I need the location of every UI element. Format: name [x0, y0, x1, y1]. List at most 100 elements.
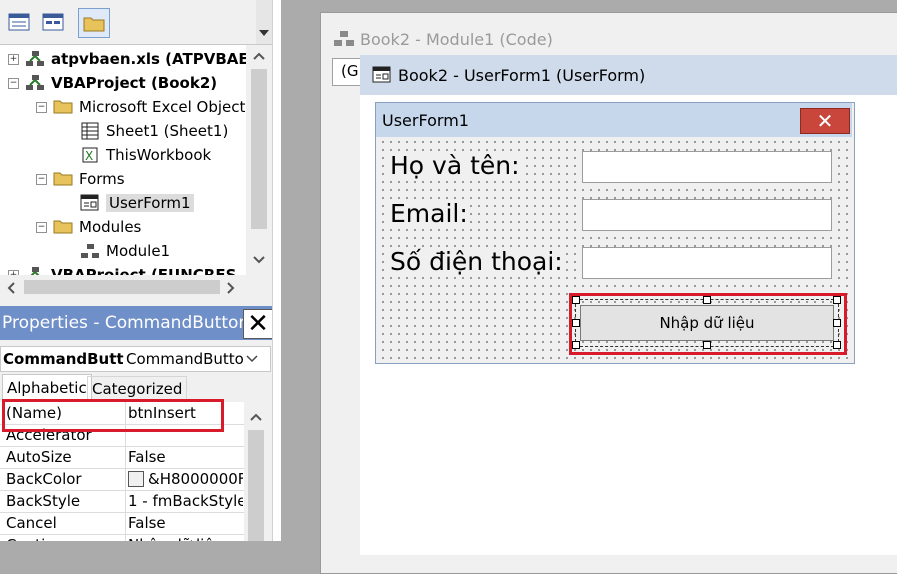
workbook-icon: X	[80, 146, 100, 164]
project-toolbar	[0, 0, 272, 45]
tree-item[interactable]: Sheet1 (Sheet1)	[80, 119, 228, 143]
name-highlight-box	[2, 399, 224, 432]
userform-title: UserForm1	[382, 110, 469, 130]
tree-item[interactable]: − Microsoft Excel Objects	[36, 95, 246, 119]
tree-item[interactable]: + VBAProject (FUNCRES	[8, 263, 236, 275]
full-name-textbox[interactable]	[582, 151, 832, 183]
label-phone[interactable]: Số điện thoại:	[388, 247, 565, 276]
close-icon: ✕	[247, 309, 269, 339]
tree-item-label: VBAProject (Book2)	[51, 74, 218, 92]
property-row[interactable]: Cancel False	[0, 512, 244, 535]
scroll-corner	[246, 275, 272, 299]
view-code-button[interactable]	[4, 8, 34, 36]
tree-item-label: VBAProject (FUNCRES	[51, 266, 237, 275]
tree-item-label: UserForm1	[106, 194, 194, 212]
code-window-title-bar: Book2 - Module1 (Code)	[332, 26, 553, 52]
label-full-name[interactable]: Họ và tên:	[388, 151, 522, 180]
tree-item-label: Modules	[79, 218, 142, 236]
userform-title-bar: UserForm1	[376, 103, 852, 137]
folder-icon	[53, 98, 73, 116]
tree-vertical-scrollbar[interactable]	[246, 45, 272, 275]
view-object-icon	[42, 13, 64, 31]
property-value[interactable]: False	[128, 448, 243, 466]
object-type: CommandButton	[126, 350, 244, 368]
property-name: Caption	[6, 536, 124, 541]
tree-item[interactable]: − Modules	[36, 215, 141, 239]
tree-item[interactable]: X ThisWorkbook	[80, 143, 211, 167]
color-swatch	[128, 471, 144, 487]
tree-item[interactable]: + atpvbaen.xls (ATPVBAE	[8, 47, 246, 71]
collapse-icon[interactable]: −	[36, 173, 47, 185]
properties-scroll-thumb[interactable]	[248, 430, 264, 541]
grid-divider	[125, 534, 126, 541]
project-tree[interactable]: + atpvbaen.xls (ATPVBAE − VBAProject (Book2…	[0, 45, 246, 275]
email-textbox[interactable]	[582, 199, 832, 231]
scroll-left-icon	[7, 282, 15, 294]
expand-icon[interactable]: +	[8, 53, 19, 65]
close-icon: ✕	[816, 109, 834, 133]
property-row[interactable]: AutoSize False	[0, 446, 244, 469]
scroll-up-icon	[253, 52, 265, 60]
svg-text:X: X	[85, 149, 93, 163]
tree-item[interactable]: − VBAProject (Book2)	[8, 71, 217, 95]
phone-textbox[interactable]	[582, 247, 832, 279]
tree-item[interactable]: Module1	[80, 239, 170, 263]
label-email[interactable]: Email:	[388, 199, 470, 228]
scroll-down-icon	[253, 256, 265, 264]
property-value[interactable]: False	[128, 514, 243, 532]
module-icon	[80, 242, 100, 260]
property-value[interactable]: Nhập dữ liệu	[128, 536, 243, 541]
toggle-folders-button[interactable]	[78, 8, 110, 38]
button-highlight-box	[569, 293, 847, 355]
property-name: BackColor	[6, 470, 82, 488]
tree-scroll-thumb[interactable]	[251, 69, 267, 229]
property-row[interactable]: BackColor &H8000000F	[0, 468, 244, 491]
object-selector[interactable]: CommandButt CommandButton	[0, 346, 271, 372]
tree-horizontal-scrollbar[interactable]	[0, 275, 246, 299]
collapse-icon[interactable]: −	[36, 221, 47, 233]
property-row[interactable]: Caption Nhập dữ liệu	[0, 534, 244, 541]
properties-title: Properties - CommandButton1	[2, 313, 260, 333]
code-window-title: Book2 - Module1 (Code)	[360, 29, 553, 49]
collapse-icon[interactable]: −	[36, 101, 47, 113]
userform-close-button[interactable]: ✕	[800, 108, 850, 134]
tree-item-label: Sheet1 (Sheet1)	[106, 122, 229, 140]
properties-vertical-scrollbar[interactable]	[244, 402, 269, 541]
scroll-right-icon	[227, 282, 235, 294]
scroll-up-icon	[250, 413, 262, 421]
tree-item-label: atpvbaen.xls (ATPVBAE	[51, 50, 246, 68]
property-row[interactable]: BackStyle 1 - fmBackStyleO	[0, 490, 244, 513]
grid-divider	[125, 512, 126, 534]
grid-divider	[125, 446, 126, 468]
tree-hscroll-thumb[interactable]	[24, 280, 220, 294]
property-name: AutoSize	[6, 448, 72, 466]
object-name: CommandButt	[3, 350, 124, 368]
property-name: Cancel	[6, 514, 57, 532]
properties-close-button[interactable]: ✕	[243, 309, 273, 339]
chevron-down-icon	[259, 30, 269, 36]
vba-project-icon	[25, 50, 45, 68]
view-object-button[interactable]	[38, 8, 68, 36]
grid-divider	[125, 490, 126, 512]
property-name: BackStyle	[6, 492, 81, 510]
folder-icon	[53, 170, 73, 188]
tab-categorized[interactable]: Categorized	[87, 376, 188, 401]
sheet-icon	[80, 122, 100, 140]
tree-item[interactable]: − Forms	[36, 167, 125, 191]
tree-item-label: Microsoft Excel Objects	[79, 98, 246, 116]
collapse-icon[interactable]: −	[8, 77, 19, 89]
userform-icon	[372, 66, 391, 83]
vba-project-icon	[25, 74, 45, 92]
userform-window-title: Book2 - UserForm1 (UserForm)	[398, 65, 646, 85]
tab-alphabetic[interactable]: Alphabetic	[2, 374, 92, 400]
property-value[interactable]: &H8000000F	[148, 470, 243, 488]
pane-splitter[interactable]	[272, 0, 281, 541]
grid-divider	[125, 468, 126, 490]
tree-item-label: ThisWorkbook	[106, 146, 212, 164]
property-value[interactable]: 1 - fmBackStyleO	[128, 492, 243, 510]
tree-item-label: Module1	[106, 242, 171, 260]
chevron-down-icon	[246, 355, 258, 363]
tree-item[interactable]: UserForm1	[80, 191, 194, 215]
toolbar-overflow[interactable]	[256, 0, 272, 44]
properties-tabs: Alphabetic Categorized	[0, 374, 272, 401]
